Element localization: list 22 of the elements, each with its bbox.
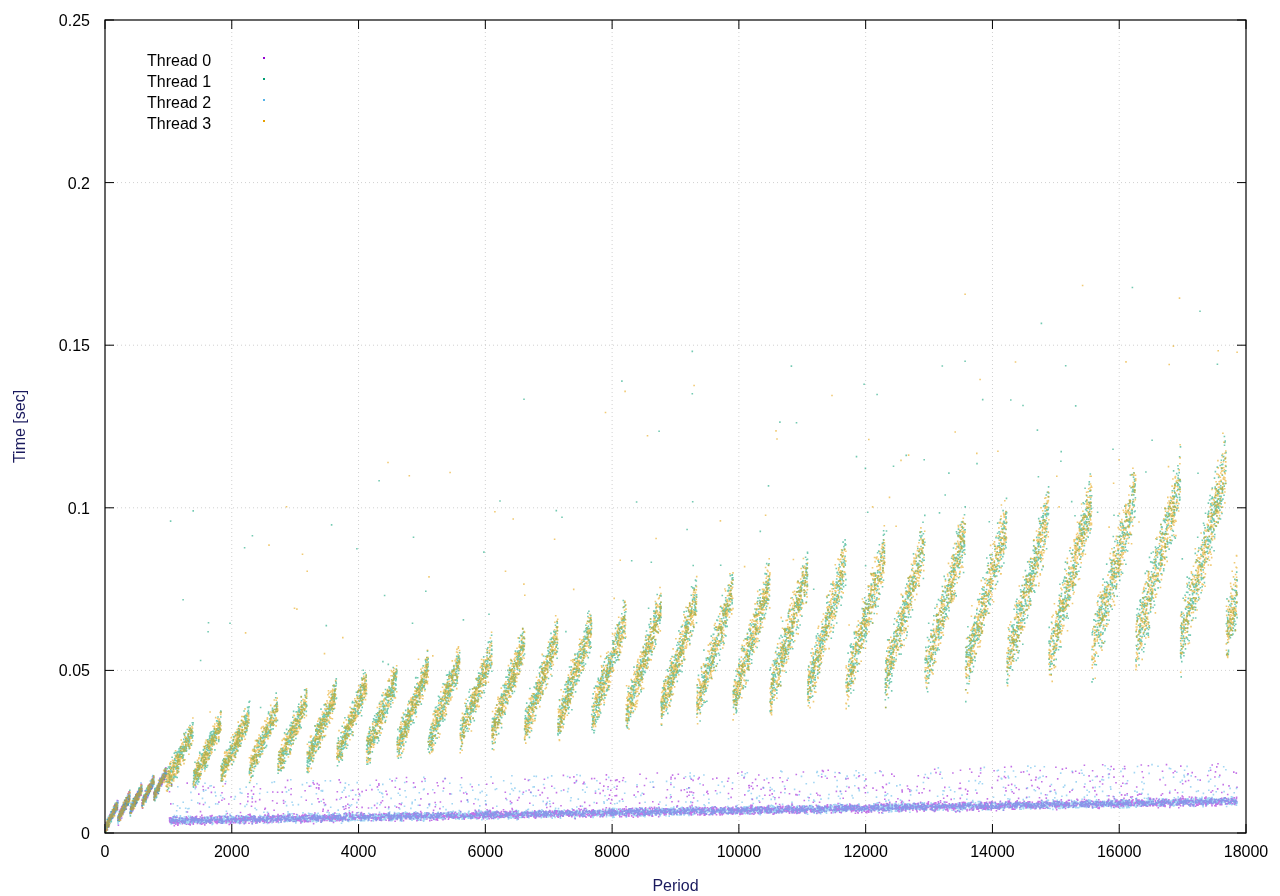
y-tick-label: 0.15 bbox=[58, 337, 90, 355]
x-tick-label: 4000 bbox=[340, 843, 377, 860]
y-tick-label: 0.2 bbox=[67, 174, 90, 192]
y-tick-label: 0.05 bbox=[58, 662, 90, 680]
x-tick-label: 16000 bbox=[1096, 843, 1142, 860]
x-tick-label: 12000 bbox=[843, 843, 888, 860]
x-axis-title: Period bbox=[652, 877, 699, 894]
y-axis-title: Time [sec] bbox=[11, 389, 28, 464]
y-tick-label: 0 bbox=[81, 825, 90, 842]
legend-label: Thread 3 bbox=[147, 115, 212, 132]
x-tick-label: 10000 bbox=[716, 843, 762, 860]
legend-label: Thread 2 bbox=[147, 94, 212, 111]
legend-label: Thread 1 bbox=[147, 73, 212, 90]
x-tick-label: 2000 bbox=[214, 843, 250, 860]
x-tick-label: 0 bbox=[100, 843, 110, 860]
x-tick-label: 6000 bbox=[467, 843, 504, 860]
y-tick-label: 0.1 bbox=[67, 499, 90, 517]
legend-label: Thread 0 bbox=[147, 52, 212, 69]
x-tick-label: 18000 bbox=[1223, 843, 1269, 860]
x-tick-label: 14000 bbox=[970, 843, 1015, 860]
y-tick-label: 0.25 bbox=[58, 12, 90, 29]
x-tick-label: 8000 bbox=[594, 843, 630, 860]
